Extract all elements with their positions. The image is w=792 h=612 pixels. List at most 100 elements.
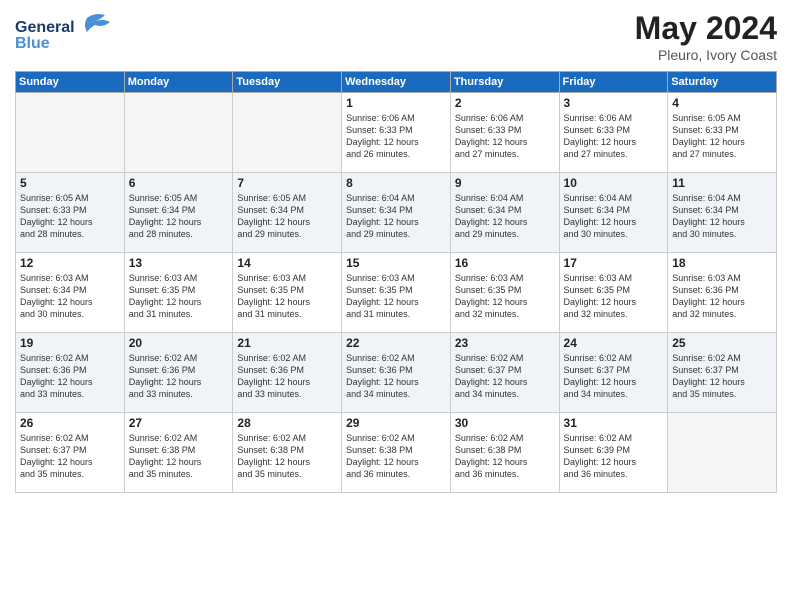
day-number: 18 — [672, 256, 772, 270]
calendar-cell: 3Sunrise: 6:06 AM Sunset: 6:33 PM Daylig… — [559, 93, 668, 173]
calendar-cell: 15 Sunrise: 6:03 AM Sunset: 6:35 PM Dayli… — [342, 253, 451, 333]
day-info: Sunrise: 6:04 AM Sunset: 6:34 PM Dayligh… — [346, 192, 446, 241]
day-number: 23 — [455, 336, 555, 350]
calendar-cell: 22 Sunrise: 6:02 AM Sunset: 6:36 PM Dayli… — [342, 333, 451, 413]
day-info: Sunrise: 6:02 AM Sunset: 6:37 PM Dayligh… — [672, 352, 772, 401]
day-number: 17 — [564, 256, 664, 270]
day-number: 10 — [564, 176, 664, 190]
location: Pleuro, Ivory Coast — [635, 47, 777, 63]
header-thursday: Thursday — [450, 72, 559, 93]
calendar-cell: 9Sunrise: 6:04 AM Sunset: 6:34 PM Daylig… — [450, 173, 559, 253]
svg-text:General: General — [15, 19, 75, 36]
day-info: Sunrise: 6:03 AM Sunset: 6:35 PM Dayligh… — [455, 272, 555, 321]
week-row-4: 19 Sunrise: 6:02 AM Sunset: 6:36 PM Dayli… — [16, 333, 777, 413]
day-info: Sunrise: 6:02 AM Sunset: 6:38 PM Dayligh… — [237, 432, 337, 481]
main-container: General Blue May 2024 Pleuro, Ivory Coas… — [0, 0, 792, 503]
day-number: 21 — [237, 336, 337, 350]
header-sunday: Sunday — [16, 72, 125, 93]
day-number: 6 — [129, 176, 229, 190]
header-friday: Friday — [559, 72, 668, 93]
calendar-cell: 7 Sunrise: 6:05 AM Sunset: 6:34 PM Daylig… — [233, 173, 342, 253]
day-number: 30 — [455, 416, 555, 430]
day-number: 24 — [564, 336, 664, 350]
calendar-table: Sunday Monday Tuesday Wednesday Thursday… — [15, 71, 777, 493]
day-info: Sunrise: 6:04 AM Sunset: 6:34 PM Dayligh… — [564, 192, 664, 241]
calendar-cell: 20 Sunrise: 6:02 AM Sunset: 6:36 PM Dayli… — [124, 333, 233, 413]
day-number: 27 — [129, 416, 229, 430]
calendar-cell: 16 Sunrise: 6:03 AM Sunset: 6:35 PM Dayli… — [450, 253, 559, 333]
day-info: Sunrise: 6:03 AM Sunset: 6:35 PM Dayligh… — [129, 272, 229, 321]
day-info: Sunrise: 6:05 AM Sunset: 6:34 PM Dayligh… — [237, 192, 337, 241]
day-info: Sunrise: 6:02 AM Sunset: 6:36 PM Dayligh… — [346, 352, 446, 401]
week-row-2: 5 Sunrise: 6:05 AM Sunset: 6:33 PM Daylig… — [16, 173, 777, 253]
calendar-cell: 31Sunrise: 6:02 AM Sunset: 6:39 PM Dayli… — [559, 413, 668, 493]
day-info: Sunrise: 6:06 AM Sunset: 6:33 PM Dayligh… — [564, 112, 664, 161]
calendar-cell: 5 Sunrise: 6:05 AM Sunset: 6:33 PM Daylig… — [16, 173, 125, 253]
header-monday: Monday — [124, 72, 233, 93]
day-info: Sunrise: 6:04 AM Sunset: 6:34 PM Dayligh… — [672, 192, 772, 241]
day-number: 7 — [237, 176, 337, 190]
calendar-cell — [124, 93, 233, 173]
day-number: 29 — [346, 416, 446, 430]
day-number: 13 — [129, 256, 229, 270]
calendar-cell: 25 Sunrise: 6:02 AM Sunset: 6:37 PM Dayli… — [668, 333, 777, 413]
day-number: 5 — [20, 176, 120, 190]
header-tuesday: Tuesday — [233, 72, 342, 93]
day-info: Sunrise: 6:02 AM Sunset: 6:36 PM Dayligh… — [129, 352, 229, 401]
day-info: Sunrise: 6:02 AM Sunset: 6:37 PM Dayligh… — [455, 352, 555, 401]
weekday-header-row: Sunday Monday Tuesday Wednesday Thursday… — [16, 72, 777, 93]
calendar-cell: 12Sunrise: 6:03 AM Sunset: 6:34 PM Dayli… — [16, 253, 125, 333]
day-number: 4 — [672, 96, 772, 110]
day-info: Sunrise: 6:02 AM Sunset: 6:38 PM Dayligh… — [129, 432, 229, 481]
day-number: 15 — [346, 256, 446, 270]
day-info: Sunrise: 6:03 AM Sunset: 6:36 PM Dayligh… — [672, 272, 772, 321]
calendar-cell: 19 Sunrise: 6:02 AM Sunset: 6:36 PM Dayli… — [16, 333, 125, 413]
day-info: Sunrise: 6:02 AM Sunset: 6:36 PM Dayligh… — [20, 352, 120, 401]
week-row-1: 1 Sunrise: 6:06 AM Sunset: 6:33 PM Daylig… — [16, 93, 777, 173]
week-row-3: 12Sunrise: 6:03 AM Sunset: 6:34 PM Dayli… — [16, 253, 777, 333]
calendar-cell: 8 Sunrise: 6:04 AM Sunset: 6:34 PM Daylig… — [342, 173, 451, 253]
title-area: May 2024 Pleuro, Ivory Coast — [635, 10, 777, 63]
day-info: Sunrise: 6:02 AM Sunset: 6:37 PM Dayligh… — [20, 432, 120, 481]
day-info: Sunrise: 6:02 AM Sunset: 6:38 PM Dayligh… — [455, 432, 555, 481]
calendar-cell: 23 Sunrise: 6:02 AM Sunset: 6:37 PM Dayli… — [450, 333, 559, 413]
calendar-cell — [233, 93, 342, 173]
day-number: 14 — [237, 256, 337, 270]
day-info: Sunrise: 6:02 AM Sunset: 6:38 PM Dayligh… — [346, 432, 446, 481]
svg-text:Blue: Blue — [15, 35, 50, 52]
calendar-cell: 2Sunrise: 6:06 AM Sunset: 6:33 PM Daylig… — [450, 93, 559, 173]
calendar-cell: 6Sunrise: 6:05 AM Sunset: 6:34 PM Daylig… — [124, 173, 233, 253]
day-info: Sunrise: 6:03 AM Sunset: 6:34 PM Dayligh… — [20, 272, 120, 321]
day-info: Sunrise: 6:03 AM Sunset: 6:35 PM Dayligh… — [346, 272, 446, 321]
calendar-cell: 4 Sunrise: 6:05 AM Sunset: 6:33 PM Daylig… — [668, 93, 777, 173]
logo-text: General Blue — [15, 10, 125, 60]
day-number: 22 — [346, 336, 446, 350]
day-info: Sunrise: 6:06 AM Sunset: 6:33 PM Dayligh… — [455, 112, 555, 161]
calendar-cell — [668, 413, 777, 493]
header-saturday: Saturday — [668, 72, 777, 93]
day-info: Sunrise: 6:02 AM Sunset: 6:36 PM Dayligh… — [237, 352, 337, 401]
calendar-cell: 28 Sunrise: 6:02 AM Sunset: 6:38 PM Dayli… — [233, 413, 342, 493]
month-title: May 2024 — [635, 10, 777, 47]
day-info: Sunrise: 6:05 AM Sunset: 6:33 PM Dayligh… — [672, 112, 772, 161]
day-number: 16 — [455, 256, 555, 270]
calendar-cell: 29 Sunrise: 6:02 AM Sunset: 6:38 PM Dayli… — [342, 413, 451, 493]
day-info: Sunrise: 6:03 AM Sunset: 6:35 PM Dayligh… — [237, 272, 337, 321]
calendar-cell: 11 Sunrise: 6:04 AM Sunset: 6:34 PM Dayli… — [668, 173, 777, 253]
day-number: 1 — [346, 96, 446, 110]
header: General Blue May 2024 Pleuro, Ivory Coas… — [15, 10, 777, 63]
day-number: 8 — [346, 176, 446, 190]
day-number: 26 — [20, 416, 120, 430]
calendar-cell: 14 Sunrise: 6:03 AM Sunset: 6:35 PM Dayli… — [233, 253, 342, 333]
day-number: 25 — [672, 336, 772, 350]
day-number: 28 — [237, 416, 337, 430]
day-number: 20 — [129, 336, 229, 350]
day-info: Sunrise: 6:03 AM Sunset: 6:35 PM Dayligh… — [564, 272, 664, 321]
calendar-cell — [16, 93, 125, 173]
calendar-cell: 18 Sunrise: 6:03 AM Sunset: 6:36 PM Dayli… — [668, 253, 777, 333]
calendar-cell: 26 Sunrise: 6:02 AM Sunset: 6:37 PM Dayli… — [16, 413, 125, 493]
day-number: 11 — [672, 176, 772, 190]
calendar-cell: 1Sunrise: 6:06 AM Sunset: 6:33 PM Daylig… — [342, 93, 451, 173]
day-info: Sunrise: 6:05 AM Sunset: 6:33 PM Dayligh… — [20, 192, 120, 241]
day-number: 19 — [20, 336, 120, 350]
